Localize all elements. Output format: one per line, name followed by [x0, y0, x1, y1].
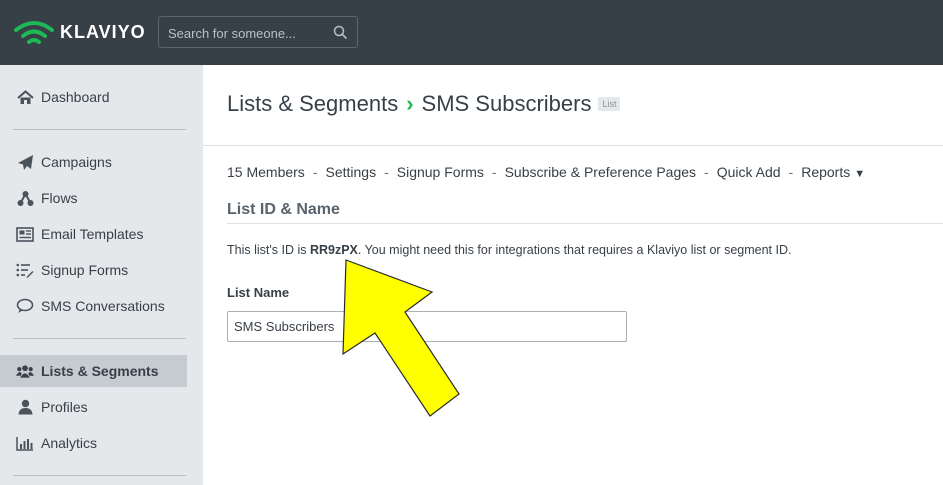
sidebar-item-label: Analytics: [41, 435, 98, 451]
bar-chart-icon: [16, 434, 34, 452]
list-name-label: List Name: [227, 285, 290, 300]
users-icon: [16, 362, 34, 380]
subnav-separator: -: [788, 164, 794, 180]
sidebar-item-dashboard[interactable]: Dashboard: [0, 81, 187, 113]
breadcrumb-separator: ›: [406, 91, 414, 116]
list-type-badge: List: [598, 97, 621, 111]
flow-icon: [16, 189, 34, 207]
list-id-value: RR9zPX: [309, 243, 358, 257]
reports-dropdown[interactable]: Reports ▼: [801, 164, 865, 180]
settings-link[interactable]: Settings: [325, 164, 376, 180]
sidebar-item-lists-segments[interactable]: Lists & Segments: [0, 355, 187, 387]
paper-plane-icon: [16, 153, 34, 171]
list-pen-icon: [16, 261, 34, 279]
sidebar-item-label: Email Templates: [41, 226, 144, 242]
sidebar-item-label: Flows: [41, 190, 78, 206]
sidebar-item-email-templates[interactable]: Email Templates: [0, 218, 187, 250]
top-bar: KLAVIYO Search for someone...: [0, 0, 943, 65]
sidebar-divider: [13, 338, 186, 339]
subnav-separator: -: [704, 164, 709, 180]
search-input[interactable]: Search for someone...: [158, 16, 358, 48]
sidebar-item-label: Campaigns: [41, 154, 112, 170]
list-subnav: 15 Members - Settings - Signup Forms - S…: [227, 164, 865, 180]
signup-forms-link[interactable]: Signup Forms: [397, 164, 484, 180]
search-placeholder: Search for someone...: [168, 26, 296, 41]
sidebar-item-signup-forms[interactable]: Signup Forms: [0, 254, 187, 286]
main-content: Lists & Segments › SMS Subscribers List …: [203, 65, 943, 485]
section-title: List ID & Name: [227, 201, 340, 218]
search-icon[interactable]: [333, 25, 347, 39]
section-divider: [227, 223, 943, 224]
sidebar-item-label: Signup Forms: [41, 262, 129, 278]
sidebar-divider: [13, 475, 186, 476]
sidebar-item-campaigns[interactable]: Campaigns: [0, 146, 187, 178]
newspaper-icon: [16, 225, 34, 243]
subnav-separator: -: [491, 164, 497, 180]
sidebar-item-analytics[interactable]: Analytics: [0, 427, 187, 459]
info-prefix: This list's ID is: [227, 243, 310, 257]
brand-name: KLAVIYO: [60, 21, 146, 42]
sidebar-item-flows[interactable]: Flows: [0, 182, 187, 214]
info-suffix: . You might need this for integrations t…: [357, 243, 792, 257]
sidebar-item-label: Dashboard: [41, 89, 110, 105]
klaviyo-logo[interactable]: KLAVIYO: [14, 17, 146, 47]
user-icon: [16, 398, 34, 416]
caret-down-icon: ▼: [854, 168, 866, 180]
breadcrumb-lists-segments-link[interactable]: Lists & Segments: [227, 91, 398, 117]
quick-add-link[interactable]: Quick Add: [717, 164, 781, 180]
sidebar-item-profiles[interactable]: Profiles: [0, 391, 187, 423]
reports-label: Reports: [801, 164, 851, 180]
home-icon: [16, 88, 34, 106]
subscribe-preference-pages-link[interactable]: Subscribe & Preference Pages: [505, 164, 696, 180]
sidebar-item-sms-conversations[interactable]: SMS Conversations: [0, 290, 187, 322]
sidebar-item-label: Lists & Segments: [41, 363, 159, 379]
sidebar: Dashboard Campaigns Flows Email Template…: [0, 65, 203, 485]
list-id-info: This list's ID is RR9zPX. You might need…: [227, 243, 791, 257]
wifi-logo-icon: [14, 21, 54, 44]
sidebar-item-label: SMS Conversations: [41, 298, 165, 314]
subnav-separator: -: [384, 164, 389, 180]
chat-icon: [16, 297, 34, 315]
sidebar-item-label: Profiles: [41, 399, 88, 415]
page-header: Lists & Segments › SMS Subscribers List: [203, 65, 943, 146]
breadcrumb: Lists & Segments › SMS Subscribers List: [227, 91, 621, 117]
page-title: SMS Subscribers: [421, 91, 592, 116]
list-name-input[interactable]: [227, 311, 627, 342]
members-link[interactable]: 15 Members: [227, 164, 305, 180]
sidebar-divider: [13, 129, 186, 130]
subnav-separator: -: [312, 164, 318, 180]
